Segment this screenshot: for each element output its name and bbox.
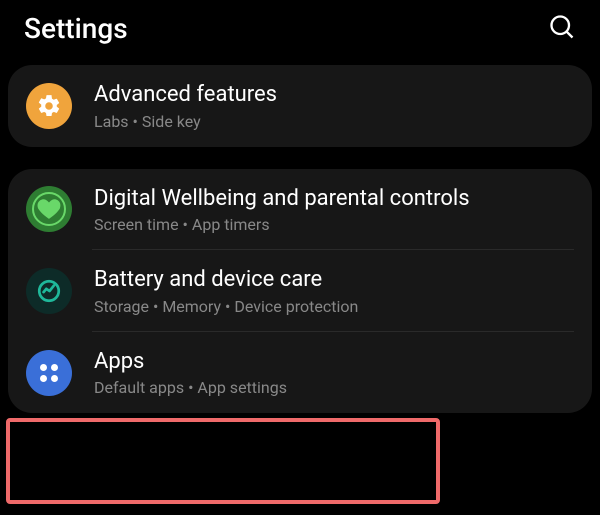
item-title: Digital Wellbeing and parental controls — [94, 185, 470, 214]
item-title: Apps — [94, 348, 287, 377]
apps-icon — [26, 350, 72, 396]
page-title: Settings — [24, 12, 128, 45]
item-text: Battery and device care Storage • Memory… — [94, 266, 358, 316]
settings-item-advanced-features[interactable]: Advanced features Labs • Side key — [8, 65, 592, 147]
device-care-icon — [26, 268, 72, 314]
item-title: Advanced features — [94, 81, 277, 110]
settings-item-digital-wellbeing[interactable]: Digital Wellbeing and parental controls … — [8, 169, 592, 251]
settings-group: Digital Wellbeing and parental controls … — [8, 169, 592, 414]
settings-item-apps[interactable]: Apps Default apps • App settings — [8, 332, 592, 414]
item-text: Digital Wellbeing and parental controls … — [94, 185, 470, 235]
gear-icon — [26, 83, 72, 129]
item-subtitle: Labs • Side key — [94, 112, 277, 131]
item-subtitle: Storage • Memory • Device protection — [94, 297, 358, 316]
item-text: Advanced features Labs • Side key — [94, 81, 277, 131]
item-text: Apps Default apps • App settings — [94, 348, 287, 398]
item-title: Battery and device care — [94, 266, 358, 295]
search-icon[interactable] — [548, 13, 576, 45]
settings-group: Advanced features Labs • Side key — [8, 65, 592, 147]
highlight-annotation — [6, 418, 440, 504]
wellbeing-icon — [26, 186, 72, 232]
item-subtitle: Screen time • App timers — [94, 215, 470, 234]
settings-header: Settings — [0, 0, 600, 65]
settings-item-battery-device-care[interactable]: Battery and device care Storage • Memory… — [8, 250, 592, 332]
item-subtitle: Default apps • App settings — [94, 378, 287, 397]
